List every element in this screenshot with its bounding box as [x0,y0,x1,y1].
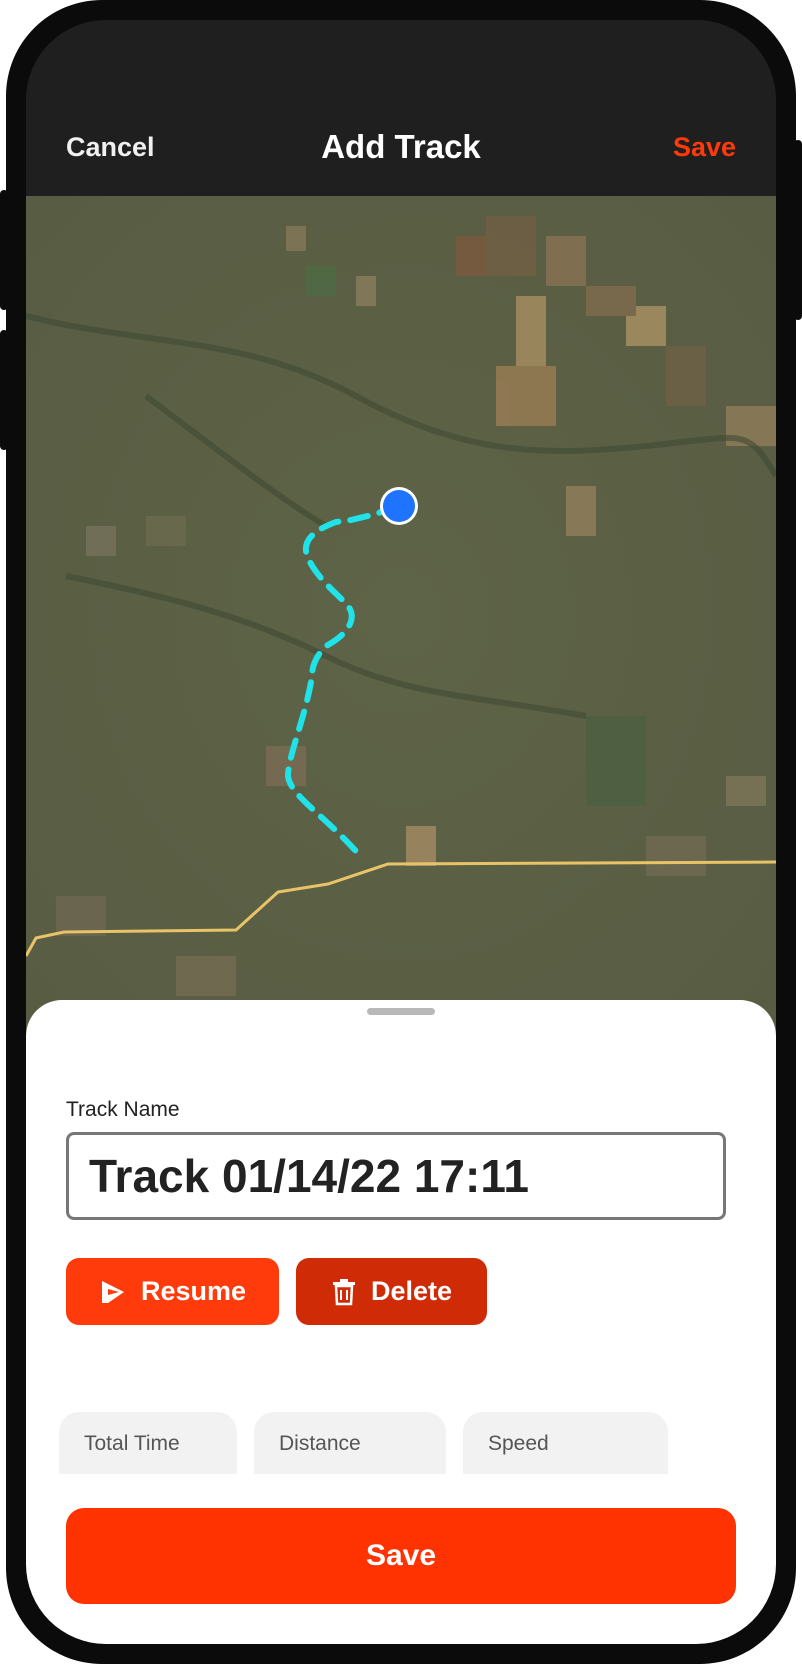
stat-label: Speed [488,1432,549,1455]
stats-row: Total Time Distance Speed [26,1412,776,1474]
satellite-map [26,196,776,1032]
resume-play-icon [99,1278,127,1306]
track-name-input[interactable] [66,1132,726,1220]
track-name-label: Track Name [66,1098,180,1121]
bottom-sheet: Track Name Resume [26,1000,776,1644]
resume-label: Resume [140,1276,247,1306]
stat-label: Distance [279,1432,361,1455]
delete-label: Delete [370,1276,453,1306]
trash-icon [331,1278,357,1306]
drag-handle[interactable] [367,1008,435,1015]
navigation-bar: Cancel Add Track Save [26,20,776,196]
header-save-button[interactable]: Save [673,132,736,163]
stat-card-total-time: Total Time [59,1412,237,1474]
stat-card-distance: Distance [254,1412,446,1474]
delete-button[interactable]: Delete [296,1258,487,1325]
phone-frame: Cancel Add Track Save Track Name Track 0… [6,0,796,1664]
save-button[interactable]: Save [66,1508,736,1604]
stat-label: Total Time [84,1432,180,1455]
stat-card-speed: Speed [463,1412,668,1474]
current-location-icon [380,487,418,525]
map-view[interactable] [26,196,776,1032]
page-title: Add Track [321,128,481,165]
resume-button[interactable]: Resume [66,1258,279,1325]
screen: Cancel Add Track Save Track Name Track 0… [26,20,776,1644]
